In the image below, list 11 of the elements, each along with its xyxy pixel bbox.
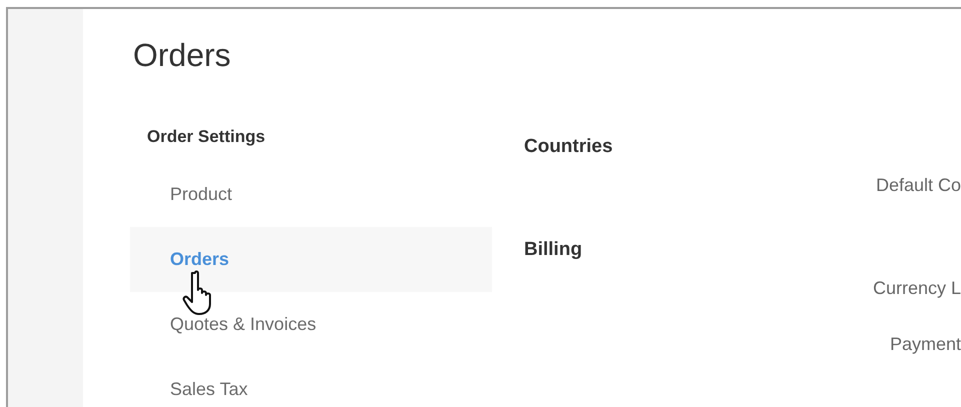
- nav-item[interactable]: Sales Tax: [130, 357, 492, 407]
- nav-item[interactable]: Product: [130, 162, 492, 227]
- field-label: Payment: [890, 334, 961, 354]
- section-heading: Billing: [524, 240, 582, 260]
- nav-item[interactable]: Quotes & Invoices: [130, 292, 492, 357]
- nav-item[interactable]: Orders: [130, 227, 492, 292]
- page-title: Orders: [133, 36, 231, 75]
- settings-heading: Order Settings: [147, 127, 266, 147]
- field-label: Default Co: [876, 175, 961, 195]
- field-label: Currency L: [872, 278, 961, 298]
- section-heading: Countries: [524, 137, 613, 157]
